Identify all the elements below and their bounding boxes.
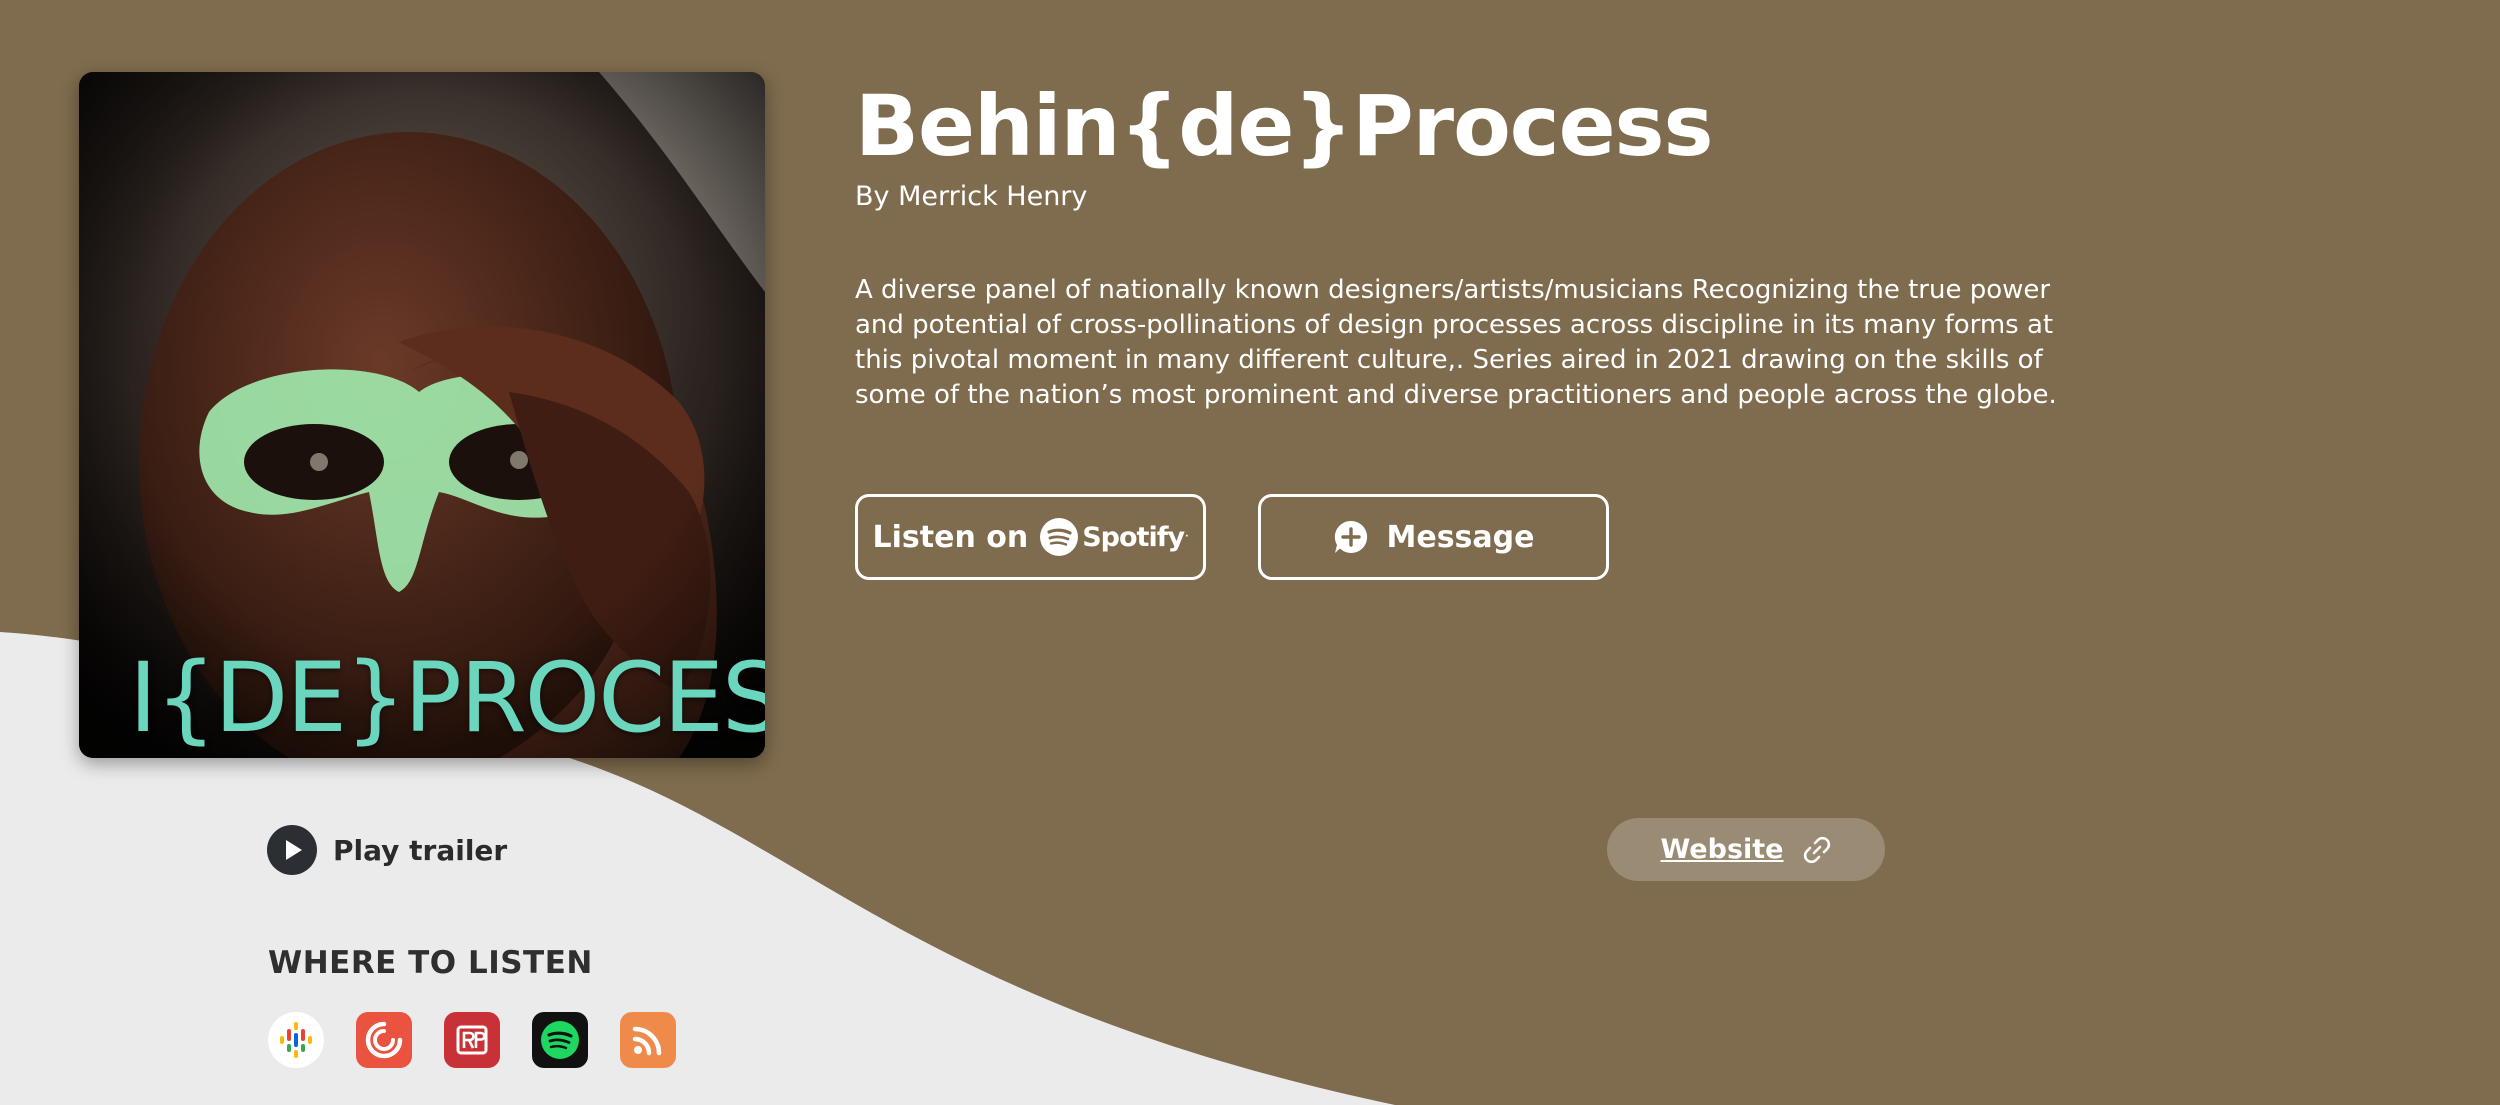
pocket-casts-icon[interactable] bbox=[356, 1012, 412, 1068]
spotify-icon bbox=[1040, 518, 1079, 556]
listen-on-spotify-button[interactable]: Listen on Spotify · bbox=[855, 494, 1206, 580]
spotify-logo: Spotify · bbox=[1040, 518, 1188, 556]
podcast-cover-art: I{DE}PROCESS bbox=[79, 72, 765, 758]
spotify-icon[interactable] bbox=[532, 1012, 588, 1068]
message-label: Message bbox=[1386, 519, 1535, 555]
play-trailer-label: Play trailer bbox=[333, 833, 508, 867]
podcast-description: A diverse panel of nationally known desi… bbox=[855, 275, 2057, 410]
rss-icon[interactable] bbox=[620, 1012, 676, 1068]
radiopublic-icon[interactable] bbox=[444, 1012, 500, 1068]
message-button[interactable]: Message bbox=[1258, 494, 1609, 580]
listen-on-label: Listen on bbox=[872, 519, 1029, 555]
where-to-listen-heading: WHERE TO LISTEN bbox=[268, 945, 593, 981]
spotify-wordmark: Spotify bbox=[1082, 521, 1185, 553]
platform-list bbox=[268, 1012, 708, 1068]
website-label: Website bbox=[1660, 834, 1784, 865]
link-icon bbox=[1802, 835, 1832, 865]
message-plus-icon bbox=[1333, 519, 1369, 555]
podcast-author: By Merrick Henry bbox=[855, 181, 1088, 212]
play-icon bbox=[267, 825, 317, 875]
website-link[interactable]: Website bbox=[1607, 818, 1885, 881]
podcast-title: Behin{de}Process bbox=[855, 77, 1714, 175]
play-trailer-button[interactable]: Play trailer bbox=[267, 825, 507, 875]
google-podcasts-icon[interactable] bbox=[268, 1012, 324, 1068]
cover-logo-text: I{DE}PROCESS bbox=[129, 642, 765, 754]
